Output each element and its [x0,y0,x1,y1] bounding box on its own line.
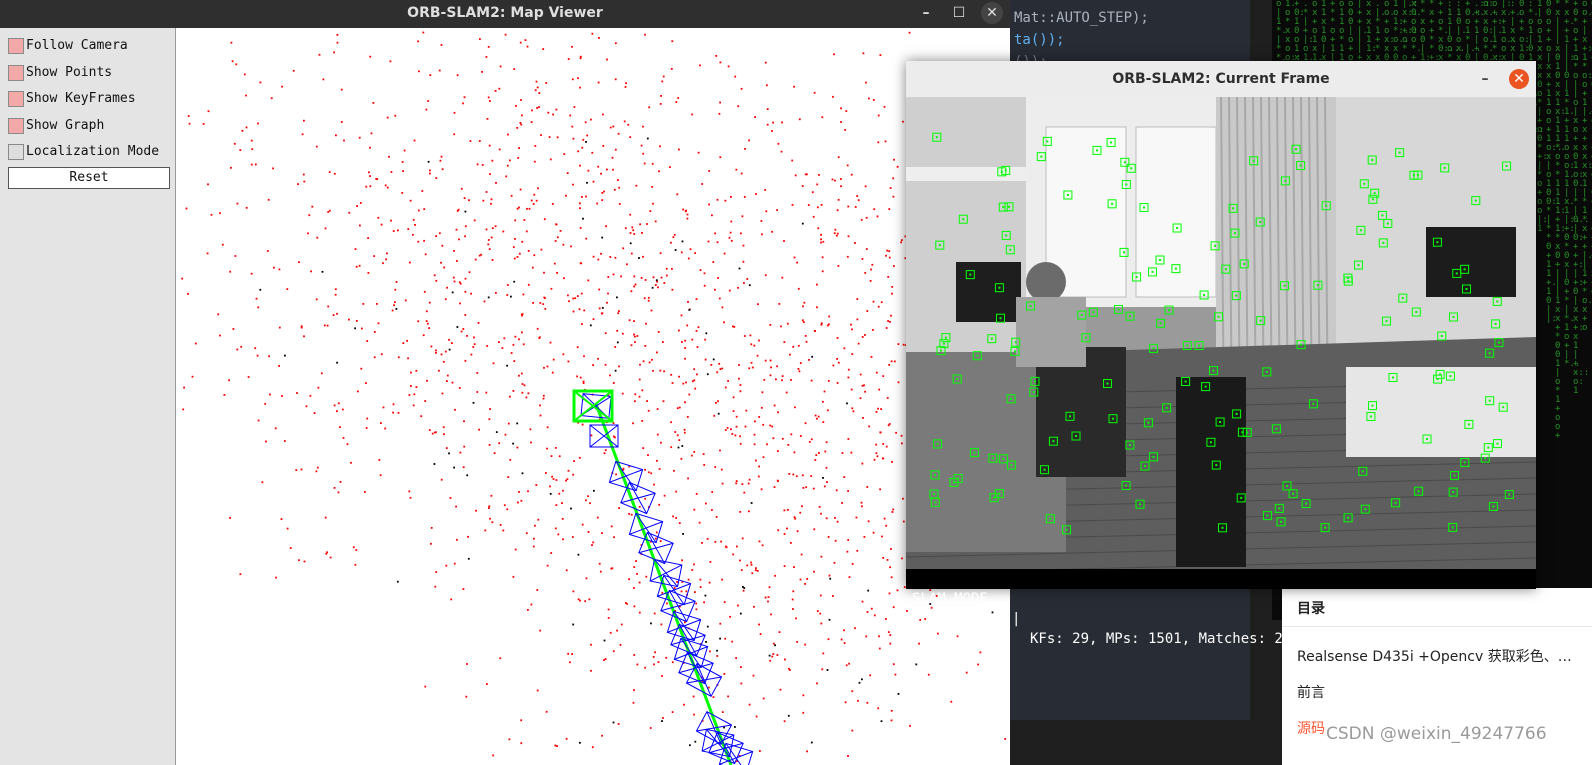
current-frame-titlebar[interactable]: ORB-SLAM2: Current Frame – ✕ [906,61,1536,97]
map-3d-view[interactable] [176,28,1010,765]
minimize-button[interactable]: – [1474,68,1496,90]
control-panel: Follow Camera Show Points Show KeyFrames… [0,28,176,765]
close-button[interactable]: ✕ [1509,69,1529,89]
map-viewer-titlebar[interactable]: ORB-SLAM2: Map Viewer – ☐ ✕ [0,0,1010,28]
minimize-button[interactable]: – [915,2,937,24]
reset-button[interactable]: Reset [8,167,170,189]
checkbox-label: Localization Mode [26,144,160,159]
slam-status-bar: SLAM MODE | KFs: 29, MPs: 1501, Matches:… [906,569,1536,647]
keyframes [580,393,754,765]
camera-frame-image [906,97,1536,569]
checkbox-label: Show Graph [26,118,105,133]
slam-stats: KFs: 29, MPs: 1501, Matches: 268 [1030,631,1300,647]
matrix-column: oo.+|x+:1*o::o+1|.+x+xxx:x1|*1*x++|.|1+*… [1582,0,1592,333]
map-viewer-window: ORB-SLAM2: Map Viewer – ☐ ✕ Follow Camer… [0,0,1010,765]
checkbox-icon [8,144,24,160]
checkbox-icon [8,65,24,81]
code-line: Mat::AUTO_STEP); [1014,10,1149,26]
matrix-column: *x|||x010xx1x:111*.o**1111:+1:*x0+|||1xx… [1555,0,1566,441]
status-divider: | [1012,611,1021,627]
toc-divider [1282,626,1592,627]
checkbox-icon [8,91,24,107]
checkbox-icon [8,118,24,134]
matrix-column: 00o++o|xx+11oo+1o:.x|o100:*|**0+11+.10||… [1546,0,1563,324]
checkbox-label: Show KeyFrames [26,91,136,106]
window-title: ORB-SLAM2: Map Viewer [407,5,603,21]
toc-item[interactable]: 前言 [1297,682,1325,702]
toc-title: 目录 [1297,601,1325,617]
toc-item[interactable]: Realsense D435i +Opencv 获取彩色、… [1297,646,1572,666]
toc-item-active[interactable]: 源码 [1297,718,1325,738]
checkbox-label: Show Points [26,65,113,80]
covisibility-graph-line [594,403,733,765]
close-button[interactable]: ✕ [981,2,1003,24]
matrix-column: +0*o+1o*o||o|xo+x01o:0.|*|0..|0:+++:|+:0… [1573,0,1590,396]
csdn-watermark: CSDN @weixin_49247766 [1326,724,1547,744]
code-line: ta()); [1014,32,1065,48]
slam-mode-label: SLAM MODE [912,591,988,607]
maximize-button[interactable]: ☐ [948,2,970,24]
checkbox-label: Follow Camera [26,38,128,53]
window-title: ORB-SLAM2: Current Frame [1112,71,1330,87]
matrix-column: 1|oo1xxxx0o*|+o0*+:|*o+oo|:1 [1537,0,1548,234]
checkbox-icon [8,38,24,54]
matrix-column: *x+.+1||:.|0|1*1.+11ooo:1.1|x.1|:.+:0*0x… [1564,0,1581,369]
current-frame-window: ORB-SLAM2: Current Frame – ✕ SLAM MODE |… [906,61,1536,647]
map-points [181,31,1007,763]
